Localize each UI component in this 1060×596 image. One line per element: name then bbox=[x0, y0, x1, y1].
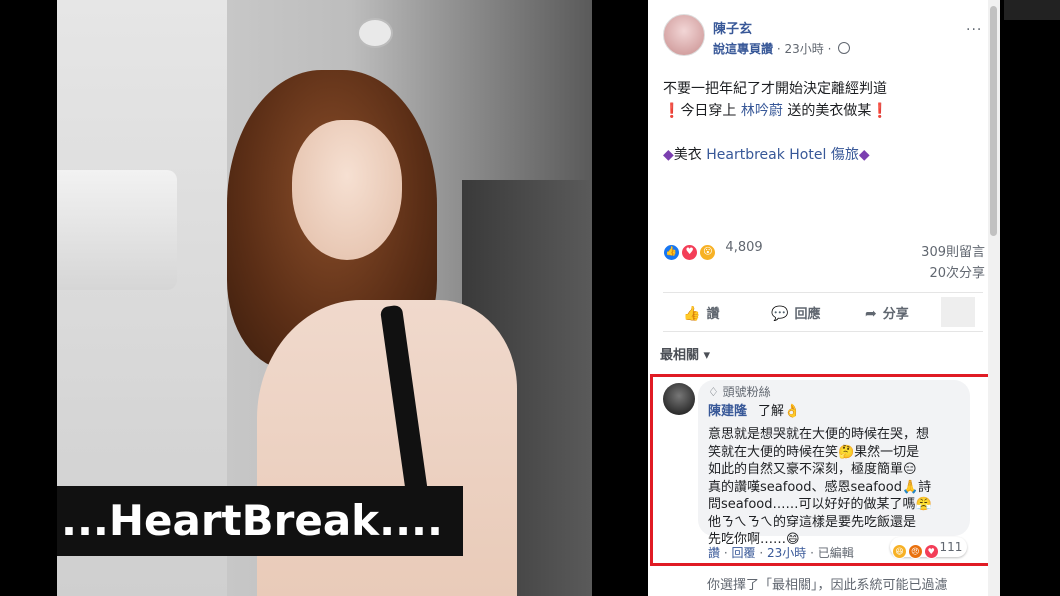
post-time[interactable]: 23小時 bbox=[784, 42, 823, 56]
post-spacer bbox=[663, 122, 983, 144]
comment-label: 回應 bbox=[794, 307, 821, 322]
post-header: 陳子玄 說這專頁讚 · 23小時 · ··· bbox=[663, 14, 983, 62]
like-reaction-icon: 👍 bbox=[663, 244, 680, 261]
filter-notice: 你選擇了「最相關」，因此系統可能已過濾 bbox=[707, 578, 948, 593]
photo-face bbox=[292, 120, 402, 260]
comment-sort-dropdown[interactable]: 最相關 ▾ bbox=[660, 344, 710, 363]
love-reaction-icon: ♥ bbox=[681, 244, 699, 261]
globe-icon bbox=[838, 42, 851, 54]
brand-tag[interactable]: Heartbreak Hotel 傷旅 bbox=[706, 147, 859, 163]
comments-count[interactable]: 309則留言 bbox=[880, 242, 985, 263]
highlight-box bbox=[650, 374, 996, 566]
photo-air-conditioner bbox=[57, 170, 177, 290]
post-counts: 309則留言 20次分享 bbox=[880, 242, 985, 284]
post-line-2b: 送的美衣做某 bbox=[787, 103, 872, 119]
reaction-count: 4,809 bbox=[725, 240, 763, 255]
page-like-prompt[interactable]: 說這專頁讚 bbox=[713, 42, 773, 56]
brand-prefix: 美衣 bbox=[673, 147, 702, 163]
gem-icon: ◆ bbox=[663, 147, 674, 163]
comment-icon: 💬 bbox=[771, 306, 789, 322]
post-line-2a: 今日穿上 bbox=[680, 103, 737, 119]
panel-scrollbar[interactable] bbox=[988, 0, 1000, 596]
post-text: 不要一把年紀了才開始決定離經判道 ❗今日穿上 林吟蔚 送的美衣做某❗ ◆美衣 H… bbox=[663, 78, 983, 166]
meta-separator-2: · bbox=[827, 42, 836, 56]
thumbs-up-icon: 👍 bbox=[683, 306, 701, 322]
photo-caption: ...HeartBreak.... bbox=[57, 486, 463, 556]
wow-reaction-icon: 😮 bbox=[699, 244, 717, 261]
shares-count[interactable]: 20次分享 bbox=[880, 263, 985, 284]
post-author[interactable]: 陳子玄 bbox=[713, 18, 752, 37]
comment-button[interactable]: 💬 回應 bbox=[771, 303, 820, 322]
share-button[interactable]: ➦ 分享 bbox=[865, 303, 909, 322]
exclamation-icon: ❗ bbox=[871, 103, 889, 119]
photo-viewer[interactable]: ...HeartBreak.... bbox=[0, 0, 648, 596]
tagged-user[interactable]: 林吟蔚 bbox=[741, 103, 783, 119]
post-meta: 說這專頁讚 · 23小時 · bbox=[713, 40, 851, 57]
right-edge bbox=[1000, 0, 1060, 596]
post-line-2: ❗今日穿上 林吟蔚 送的美衣做某❗ bbox=[663, 100, 983, 122]
page-avatar[interactable] bbox=[663, 14, 705, 56]
post-actions: 👍 讚 💬 回應 ➦ 分享 bbox=[663, 292, 983, 332]
photo-smoke-detector bbox=[357, 18, 393, 48]
share-label: 分享 bbox=[882, 307, 909, 322]
post-line-brand: ◆美衣 Heartbreak Hotel 傷旅◆ bbox=[663, 144, 983, 166]
more-options-icon[interactable]: ··· bbox=[966, 22, 982, 38]
scroll-thumb[interactable] bbox=[990, 6, 997, 236]
like-label: 讚 bbox=[706, 307, 720, 322]
exclamation-icon: ❗ bbox=[663, 103, 681, 119]
gem-icon: ◆ bbox=[858, 147, 870, 163]
post-line-1: 不要一把年紀了才開始決定離經判道 bbox=[663, 81, 887, 97]
right-edge-bar bbox=[1004, 0, 1060, 20]
blurred-avatar bbox=[941, 297, 975, 327]
like-button[interactable]: 👍 讚 bbox=[683, 303, 719, 322]
share-icon: ➦ bbox=[865, 306, 877, 322]
post-reactions[interactable]: 👍 ♥ 😮 4,809 bbox=[663, 240, 763, 261]
